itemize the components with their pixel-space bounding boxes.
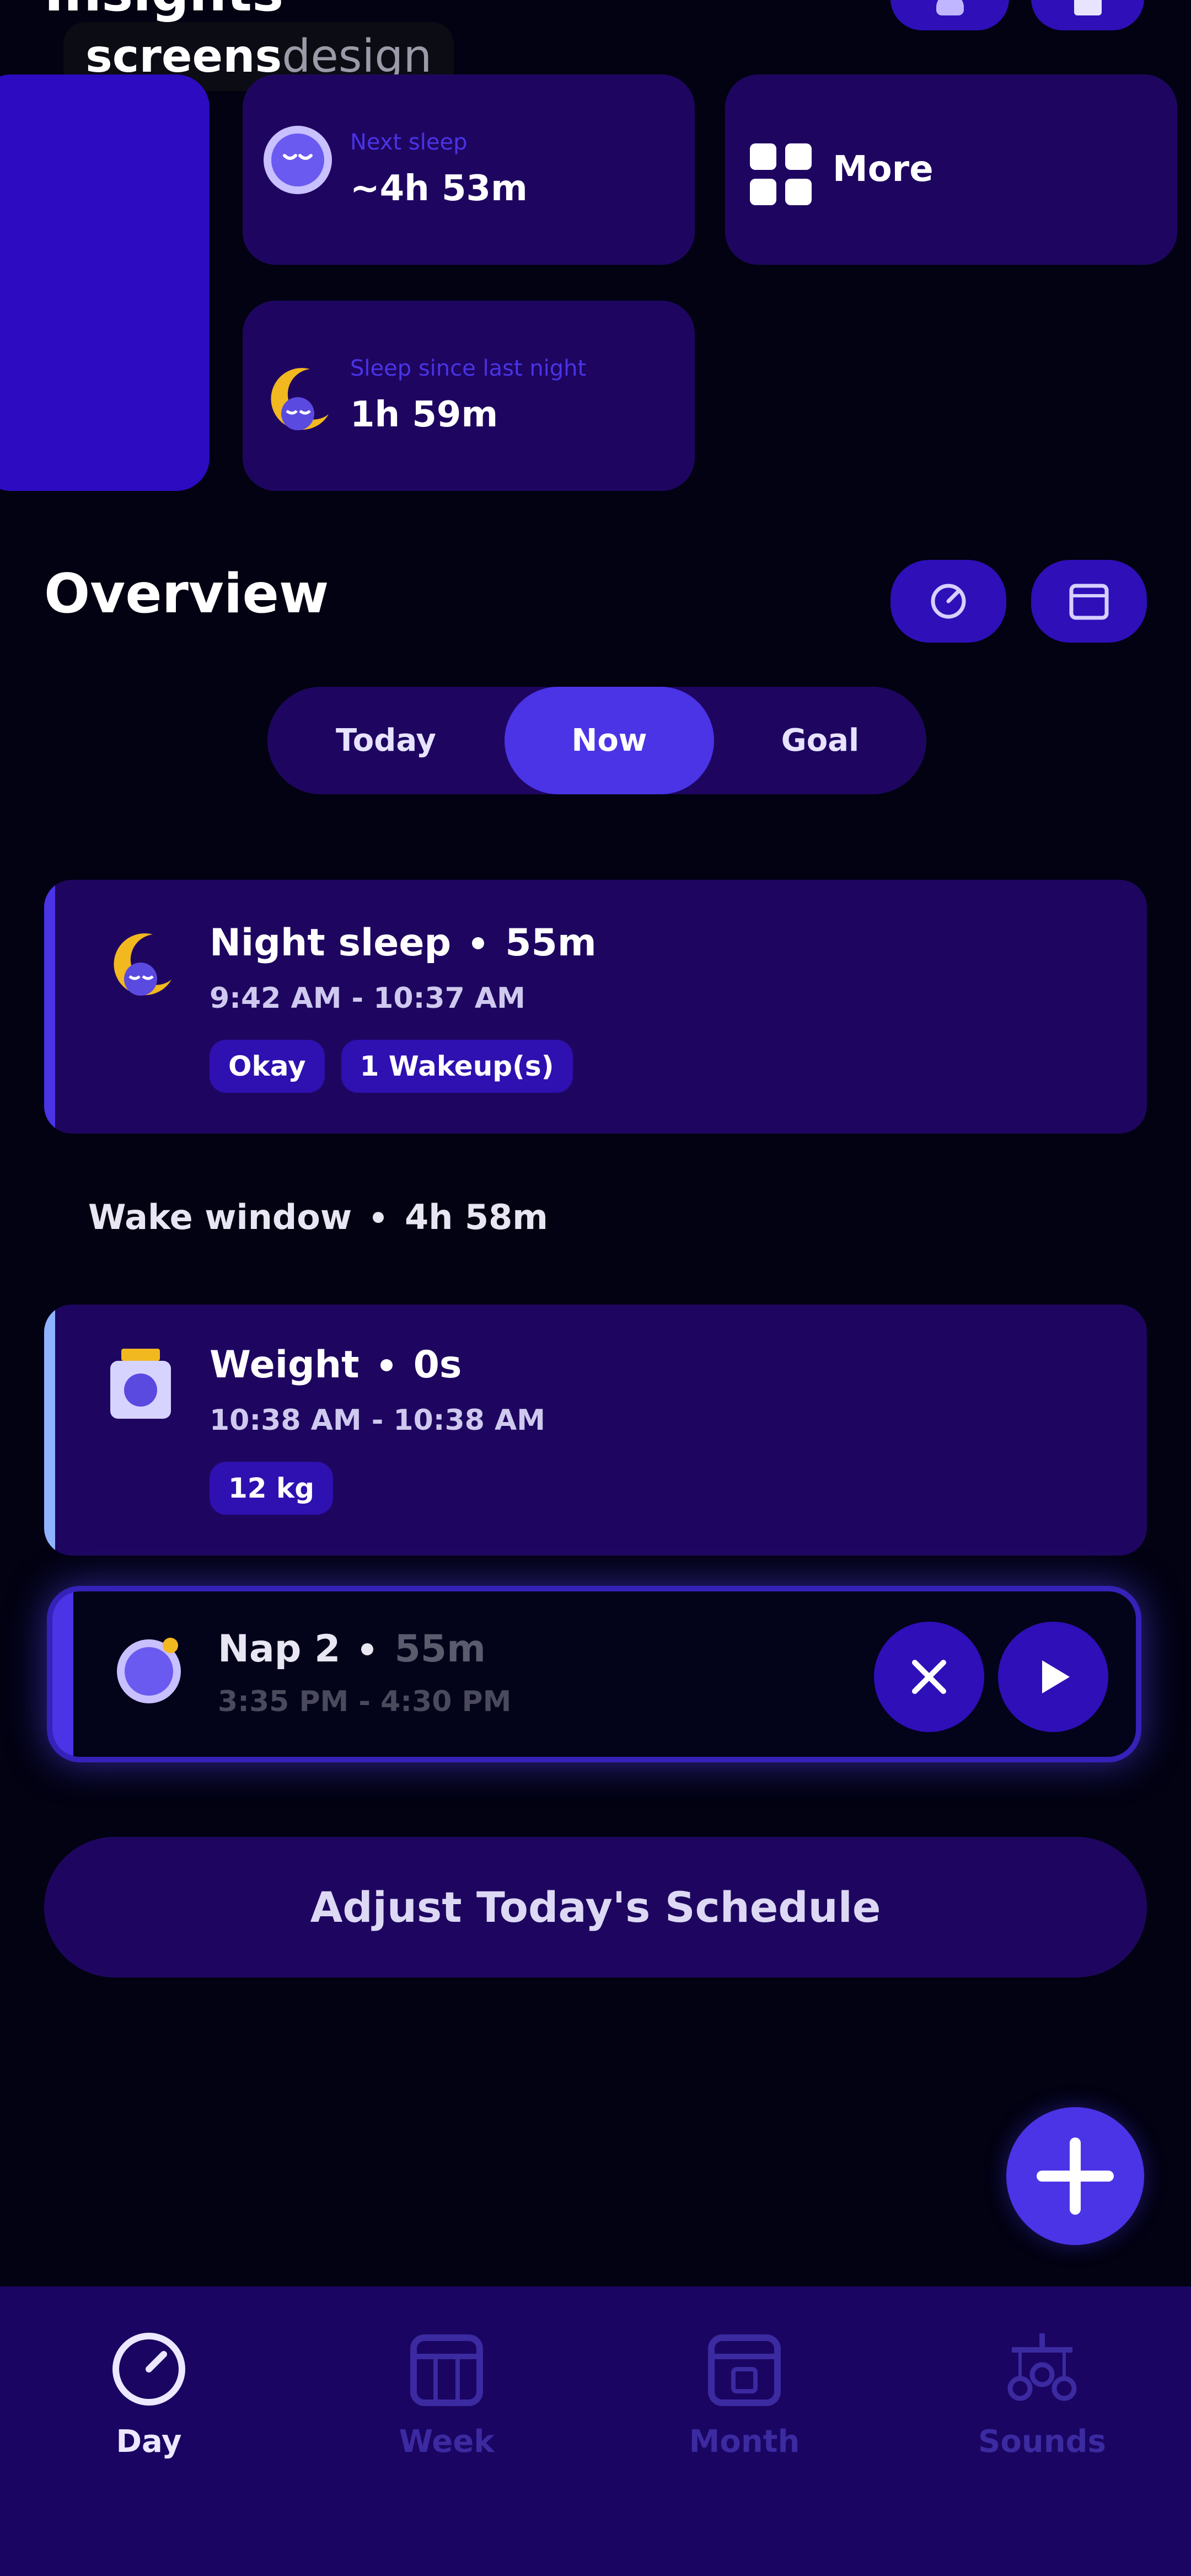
nav-item-week[interactable]: Week xyxy=(364,2328,529,2460)
card-accent-bar xyxy=(52,1591,73,1757)
weight-title: Weight xyxy=(210,1343,360,1387)
wake-window-label: Wake window xyxy=(88,1197,352,1237)
wake-window-duration: 4h 58m xyxy=(405,1197,548,1237)
overview-title: Overview xyxy=(44,563,329,626)
month-calendar-icon xyxy=(708,2334,781,2406)
start-nap-button[interactable] xyxy=(998,1622,1108,1732)
nav-label-day: Day xyxy=(116,2424,182,2460)
weight-time: 10:38 AM - 10:38 AM xyxy=(210,1404,546,1437)
add-entry-button[interactable] xyxy=(1006,2107,1144,2245)
nav-label-sounds: Sounds xyxy=(978,2424,1106,2460)
wake-window-row: Wake window 4h 58m xyxy=(88,1197,548,1237)
night-sleep-time: 9:42 AM - 10:37 AM xyxy=(210,982,525,1015)
sleep-since-label: Sleep since last night xyxy=(350,356,587,381)
next-sleep-label: Next sleep xyxy=(350,130,468,155)
nav-item-sounds[interactable]: Sounds xyxy=(959,2328,1125,2460)
sleep-since-value: 1h 59m xyxy=(350,394,498,435)
page-title: Insights xyxy=(44,0,283,23)
grid-icon xyxy=(1074,0,1102,15)
sleep-since-card[interactable]: Sleep since last night 1h 59m xyxy=(243,301,695,491)
calendar-button[interactable] xyxy=(1031,560,1147,643)
nap-title: Nap 2 xyxy=(218,1627,341,1671)
moon-icon xyxy=(114,933,171,996)
header-grid-button[interactable] xyxy=(1031,0,1144,30)
timer-icon xyxy=(112,2333,185,2406)
separator-dot xyxy=(472,937,485,949)
cancel-nap-button[interactable] xyxy=(874,1622,984,1732)
next-sleep-card[interactable]: Next sleep ~4h 53m xyxy=(243,74,695,265)
tab-goal[interactable]: Goal xyxy=(714,687,926,794)
lightbulb-icon xyxy=(936,0,964,15)
moon-icon xyxy=(271,368,329,430)
sleep-face-icon xyxy=(264,126,332,194)
nav-item-day[interactable]: Day xyxy=(66,2328,232,2460)
separator-dot xyxy=(361,1643,374,1655)
nap-card[interactable]: Nap 2 55m 3:35 PM - 4:30 PM xyxy=(47,1586,1141,1762)
nav-label-month: Month xyxy=(689,2424,800,2460)
night-sleep-tags: Okay 1 Wakeup(s) xyxy=(210,1040,573,1093)
sleep-face-icon xyxy=(117,1638,181,1703)
header-lightbulb-button[interactable] xyxy=(890,0,1009,30)
night-sleep-card[interactable]: Night sleep 55m 9:42 AM - 10:37 AM Okay … xyxy=(44,880,1147,1134)
more-card[interactable]: More xyxy=(725,74,1177,265)
refresh-icon xyxy=(931,584,966,619)
nav-item-month[interactable]: Month xyxy=(662,2328,827,2460)
weight-heading: Weight 0s xyxy=(210,1343,462,1387)
adjust-schedule-label: Adjust Today's Schedule xyxy=(310,1883,881,1932)
night-sleep-duration: 55m xyxy=(505,921,597,965)
close-icon xyxy=(912,1660,946,1694)
mobile-icon xyxy=(1007,2333,1077,2401)
scale-icon xyxy=(110,1349,171,1419)
tag-quality: Okay xyxy=(210,1040,325,1093)
calendar-icon xyxy=(1069,584,1109,620)
weight-duration: 0s xyxy=(413,1343,462,1387)
refresh-button[interactable] xyxy=(890,560,1006,643)
nap-heading: Nap 2 55m xyxy=(218,1627,486,1671)
separator-dot xyxy=(380,1359,393,1371)
card-accent-bar xyxy=(44,1305,55,1556)
separator-dot xyxy=(373,1211,384,1223)
overview-tabs: Today Now Goal xyxy=(267,687,926,794)
night-sleep-heading: Night sleep 55m xyxy=(210,921,597,965)
nav-label-week: Week xyxy=(399,2424,495,2460)
weight-card[interactable]: Weight 0s 10:38 AM - 10:38 AM 12 kg xyxy=(44,1305,1147,1556)
featured-card[interactable] xyxy=(0,74,210,491)
nap-duration: 55m xyxy=(394,1627,486,1671)
tab-now[interactable]: Now xyxy=(505,687,714,794)
weight-tags: 12 kg xyxy=(210,1462,334,1515)
plus-icon xyxy=(1037,2137,1114,2215)
night-sleep-title: Night sleep xyxy=(210,921,452,965)
tag-weight: 12 kg xyxy=(210,1462,334,1515)
play-icon xyxy=(1042,1660,1070,1693)
tag-wakeups: 1 Wakeup(s) xyxy=(341,1040,573,1093)
nap-time: 3:35 PM - 4:30 PM xyxy=(218,1685,512,1718)
next-sleep-value: ~4h 53m xyxy=(350,168,528,209)
tab-today[interactable]: Today xyxy=(267,687,505,794)
week-calendar-icon xyxy=(410,2334,483,2406)
card-accent-bar xyxy=(44,880,55,1134)
adjust-schedule-button[interactable]: Adjust Today's Schedule xyxy=(44,1837,1147,1978)
more-label: More xyxy=(833,149,934,190)
grid-icon xyxy=(750,143,812,205)
